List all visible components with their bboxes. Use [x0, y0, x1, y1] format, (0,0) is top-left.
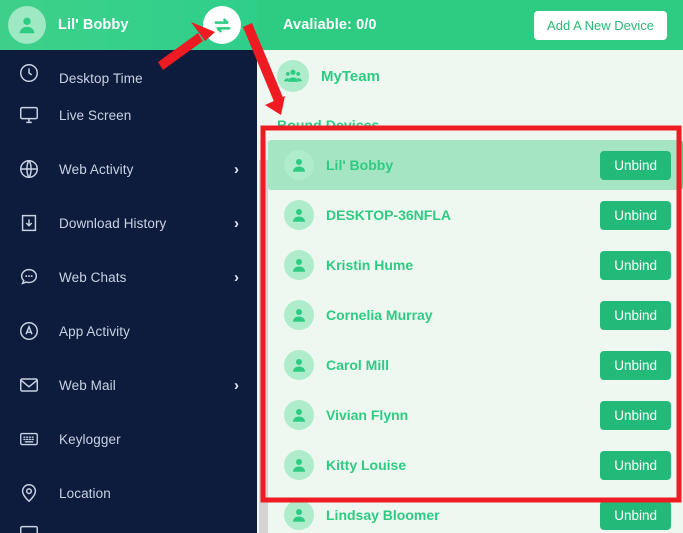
- table-row[interactable]: Kristin Hume Unbind: [268, 240, 683, 290]
- team-row[interactable]: MyTeam: [257, 50, 683, 102]
- globe-icon: [16, 156, 42, 182]
- sidebar-item-web-activity[interactable]: Web Activity ›: [0, 142, 257, 196]
- device-name: Lil' Bobby: [326, 157, 394, 173]
- user-avatar-icon: [284, 150, 314, 180]
- user-avatar-icon: [284, 300, 314, 330]
- sidebar-item-live-screen[interactable]: Live Screen: [0, 88, 257, 142]
- unbind-button[interactable]: Unbind: [600, 300, 671, 330]
- unbind-button[interactable]: Unbind: [600, 350, 671, 380]
- sidebar-item-app-activity[interactable]: App Activity: [0, 304, 257, 358]
- pin-icon: [16, 480, 42, 506]
- sidebar-item-web-chats[interactable]: Web Chats ›: [0, 250, 257, 304]
- unbind-button[interactable]: Unbind: [600, 500, 671, 530]
- table-row[interactable]: Lil' Bobby Unbind: [268, 140, 683, 190]
- unbind-button[interactable]: Unbind: [600, 200, 671, 230]
- device-list-scrollbar-thumb[interactable]: [259, 140, 268, 160]
- device-name: Vivian Flynn: [326, 407, 409, 423]
- team-group-icon: [277, 60, 309, 92]
- sidebar-item-download-history[interactable]: Download History ›: [0, 196, 257, 250]
- table-row[interactable]: Vivian Flynn Unbind: [268, 390, 683, 440]
- available-count-label: Avaliable: 0/0: [283, 17, 377, 33]
- sidebar-item-keylogger[interactable]: Keylogger: [0, 412, 257, 466]
- unbind-button[interactable]: Unbind: [600, 250, 671, 280]
- main-header: Avaliable: 0/0 Add A New Device: [257, 0, 683, 50]
- user-avatar-icon: [284, 450, 314, 480]
- app-icon: [16, 318, 42, 344]
- swap-account-icon[interactable]: [203, 6, 241, 44]
- sidebar-item-label: Web Chats: [59, 269, 127, 285]
- user-avatar-icon: [284, 200, 314, 230]
- app-window: Lil' Bobby Desktop Time Live Screen Web …: [0, 0, 683, 533]
- bound-devices-list: Lil' Bobby Unbind DESKTOP-36NFLA Unbind …: [268, 140, 683, 533]
- unbind-button[interactable]: Unbind: [600, 400, 671, 430]
- sidebar-item-label: App Activity: [59, 323, 130, 339]
- device-name: Kitty Louise: [326, 457, 407, 473]
- table-row[interactable]: Cornelia Murray Unbind: [268, 290, 683, 340]
- sidebar-item-label: Download History: [59, 215, 167, 231]
- user-avatar-icon: [8, 6, 46, 44]
- sidebar-item-web-mail[interactable]: Web Mail ›: [0, 358, 257, 412]
- main-panel: Avaliable: 0/0 Add A New Device MyTeam B…: [257, 0, 683, 533]
- device-name: Carol Mill: [326, 357, 390, 373]
- chevron-right-icon: ›: [234, 376, 239, 394]
- unbind-button[interactable]: Unbind: [600, 150, 671, 180]
- screen-icon: [16, 520, 42, 533]
- table-row[interactable]: Carol Mill Unbind: [268, 340, 683, 390]
- mail-icon: [16, 372, 42, 398]
- table-row[interactable]: Lindsay Bloomer Unbind: [268, 490, 683, 533]
- sidebar-item-label: Web Activity: [59, 161, 134, 177]
- sidebar-account-header[interactable]: Lil' Bobby: [0, 0, 257, 50]
- sidebar-item-label: Keylogger: [59, 431, 121, 447]
- sidebar-nav: Desktop Time Live Screen Web Activity ›: [0, 50, 257, 533]
- team-name: MyTeam: [321, 67, 380, 85]
- device-list-scrollbar[interactable]: [259, 140, 268, 533]
- table-row[interactable]: DESKTOP-36NFLA Unbind: [268, 190, 683, 240]
- monitor-icon: [16, 102, 42, 128]
- chat-icon: [16, 264, 42, 290]
- user-avatar-icon: [284, 250, 314, 280]
- sidebar-item-location[interactable]: Location: [0, 466, 257, 520]
- sidebar-item-label: Web Mail: [59, 377, 116, 393]
- device-name: Cornelia Murray: [326, 307, 433, 323]
- keyboard-icon: [16, 426, 42, 452]
- add-a-new-device-button[interactable]: Add A New Device: [534, 10, 667, 40]
- sidebar-item-label: Live Screen: [59, 107, 132, 123]
- user-avatar-icon: [284, 350, 314, 380]
- sidebar-item-label: Desktop Time: [59, 71, 143, 86]
- sidebar: Lil' Bobby Desktop Time Live Screen Web …: [0, 0, 257, 533]
- chevron-right-icon: ›: [234, 160, 239, 178]
- bound-devices-heading: Bound Devices: [277, 117, 380, 133]
- sidebar-item-next[interactable]: [0, 520, 257, 533]
- sidebar-item-label: Location: [59, 485, 111, 501]
- device-name: Kristin Hume: [326, 257, 414, 273]
- table-row[interactable]: Kitty Louise Unbind: [268, 440, 683, 490]
- sidebar-item-desktop-time[interactable]: Desktop Time: [0, 50, 257, 88]
- chevron-right-icon: ›: [234, 268, 239, 286]
- user-avatar-icon: [284, 400, 314, 430]
- user-avatar-icon: [284, 500, 314, 530]
- unbind-button[interactable]: Unbind: [600, 450, 671, 480]
- sidebar-username: Lil' Bobby: [58, 17, 129, 33]
- device-name: DESKTOP-36NFLA: [326, 207, 451, 223]
- clock-icon: [16, 60, 42, 86]
- download-icon: [16, 210, 42, 236]
- chevron-right-icon: ›: [234, 214, 239, 232]
- device-name: Lindsay Bloomer: [326, 507, 440, 523]
